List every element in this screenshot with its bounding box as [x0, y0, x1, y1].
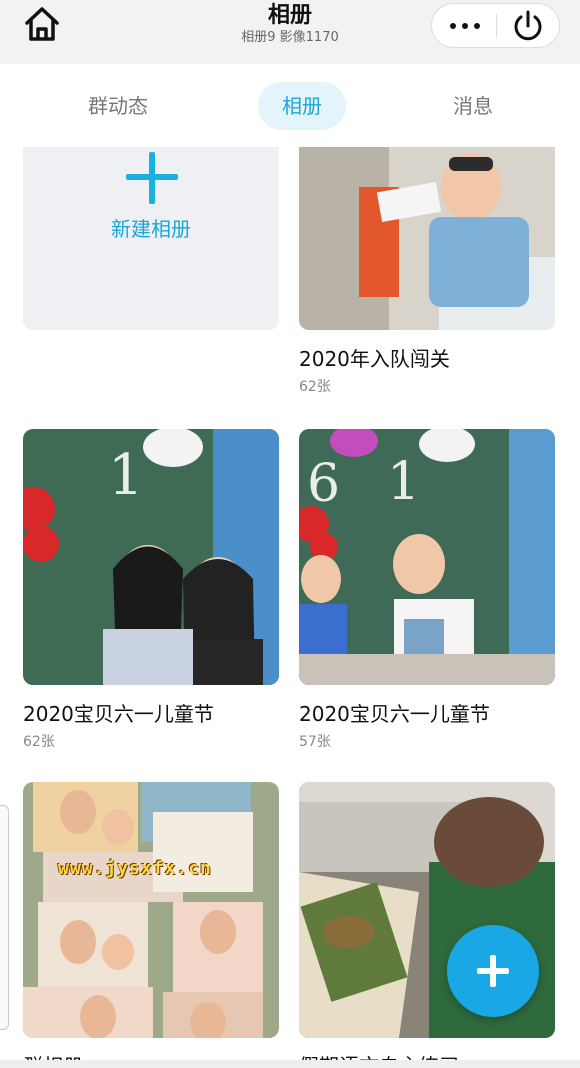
tab-bar: 群动态 相册 消息 — [0, 64, 580, 144]
album-name: 2020宝贝六一儿童节 — [299, 702, 490, 726]
tab-albums[interactable]: 相册 — [258, 82, 346, 130]
album-cover[interactable] — [23, 782, 279, 1038]
new-album-card[interactable]: 新建相册 — [23, 147, 279, 330]
svg-text:1: 1 — [387, 452, 420, 512]
page-title: 相册 — [267, 3, 312, 28]
album-name: 2020年入队闯关 — [299, 347, 450, 371]
album-count: 62张 — [299, 379, 331, 395]
bottom-edge — [0, 1060, 580, 1068]
power-icon — [514, 10, 542, 41]
watermark-text: www.jysxfx.cn — [58, 858, 212, 879]
more-button[interactable] — [432, 4, 496, 47]
add-fab-button[interactable] — [447, 925, 539, 1017]
album-cover[interactable] — [299, 147, 555, 330]
svg-text:1: 1 — [108, 443, 144, 508]
home-icon — [25, 7, 59, 41]
mini-program-capsule — [431, 3, 560, 48]
tab-messages[interactable]: 消息 — [428, 82, 518, 130]
album-count: 57张 — [299, 734, 331, 750]
home-button[interactable] — [22, 4, 62, 44]
page-subtitle: 相册9 影像1170 — [241, 30, 339, 45]
more-dots-icon — [450, 23, 480, 29]
side-drawer-handle[interactable] — [0, 805, 9, 1030]
new-album-label: 新建相册 — [111, 217, 191, 241]
album-cover[interactable]: 1 — [23, 429, 279, 685]
svg-text:6: 6 — [307, 454, 340, 514]
album-cover[interactable]: 6 1 — [299, 429, 555, 685]
tab-group-feed[interactable]: 群动态 — [68, 82, 168, 130]
album-count: 62张 — [23, 734, 55, 750]
album-name: 2020宝贝六一儿童节 — [23, 702, 214, 726]
header-title-block: 相册 相册9 影像1170 — [190, 2, 390, 46]
close-button[interactable] — [497, 4, 560, 47]
app-header: 相册 相册9 影像1170 — [0, 0, 580, 64]
